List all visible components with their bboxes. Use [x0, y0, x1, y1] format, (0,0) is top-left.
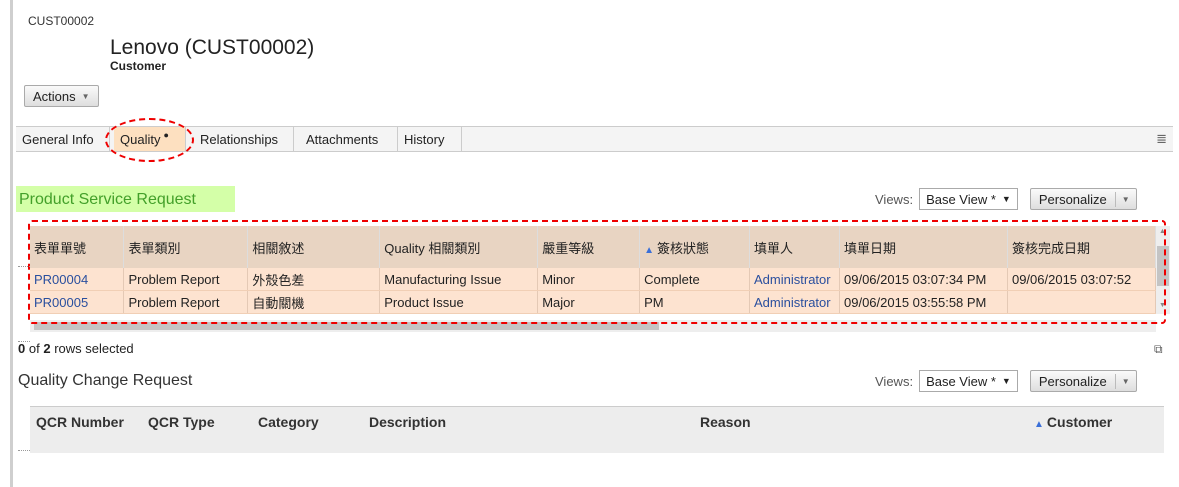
total-count: 2	[43, 341, 51, 356]
column-header[interactable]: Category	[258, 414, 319, 430]
tab-history[interactable]: History	[398, 127, 462, 151]
qcr-views-control: Views: Base View * ▼ Personalize ▼	[875, 370, 1137, 392]
personalize-label: Personalize	[1031, 373, 1116, 389]
tab-attachments[interactable]: Attachments	[300, 127, 398, 151]
column-header[interactable]: QCR Number	[36, 414, 124, 430]
column-header-label: Customer	[1046, 414, 1113, 430]
view-select[interactable]: Base View * ▼	[919, 188, 1018, 210]
selection-tail: rows selected	[54, 341, 134, 356]
section-title-quality-change-request: Quality Change Request	[18, 372, 193, 389]
psr-views-control: Views: Base View * ▼ Personalize ▼	[875, 188, 1137, 210]
chevron-down-icon: ▼	[81, 91, 90, 101]
page-title: Lenovo (CUST00002)	[110, 36, 315, 59]
column-header[interactable]: QCR Type	[148, 414, 215, 430]
menu-icon[interactable]: ≣	[1156, 131, 1167, 147]
selection-of: of	[28, 341, 40, 356]
row-grip[interactable]	[18, 450, 30, 457]
actions-label: Actions	[33, 88, 76, 104]
view-select-value: Base View *	[926, 191, 996, 207]
tab-label: History	[404, 131, 445, 147]
column-header[interactable]: Reason	[700, 414, 751, 430]
row-grip[interactable]	[18, 266, 30, 273]
tab-general-info[interactable]: General Info	[16, 127, 110, 151]
tab-label: Relationships	[200, 131, 279, 147]
personalize-button[interactable]: Personalize ▼	[1029, 370, 1137, 392]
chevron-down-icon[interactable]: ▼	[1116, 195, 1136, 204]
personalize-button[interactable]: Personalize ▼	[1029, 188, 1137, 210]
view-select[interactable]: Base View * ▼	[919, 370, 1018, 392]
tab-label: Attachments	[306, 131, 379, 147]
tab-relationships[interactable]: Relationships	[194, 127, 294, 151]
record-id: CUST00002	[28, 14, 95, 28]
column-header[interactable]: Description	[369, 414, 446, 430]
annotation-box	[28, 220, 1166, 324]
views-label: Views:	[875, 373, 914, 389]
views-label: Views:	[875, 191, 914, 207]
selection-status: 0 of 2 rows selected	[18, 341, 134, 356]
sort-ascending-icon: ▲	[1034, 419, 1044, 430]
section-title-product-service-request: Product Service Request	[16, 186, 235, 212]
chevron-down-icon: ▼	[1001, 376, 1011, 386]
personalize-label: Personalize	[1031, 191, 1116, 207]
chevron-down-icon[interactable]: ▼	[1116, 377, 1136, 386]
popout-icon[interactable]: ⧉	[1154, 342, 1163, 357]
annotation-circle	[105, 118, 194, 162]
record-type: Customer	[110, 59, 167, 73]
actions-button[interactable]: Actions ▼	[24, 85, 99, 107]
view-select-value: Base View *	[926, 373, 996, 389]
column-header-sorted[interactable]: ▲ Customer	[1034, 414, 1112, 430]
quality-change-request-table: QCR Number QCR Type Category Description…	[30, 406, 1164, 453]
tab-label: General Info	[22, 131, 94, 147]
chevron-down-icon: ▼	[1001, 194, 1011, 204]
row-grip[interactable]	[18, 341, 30, 348]
